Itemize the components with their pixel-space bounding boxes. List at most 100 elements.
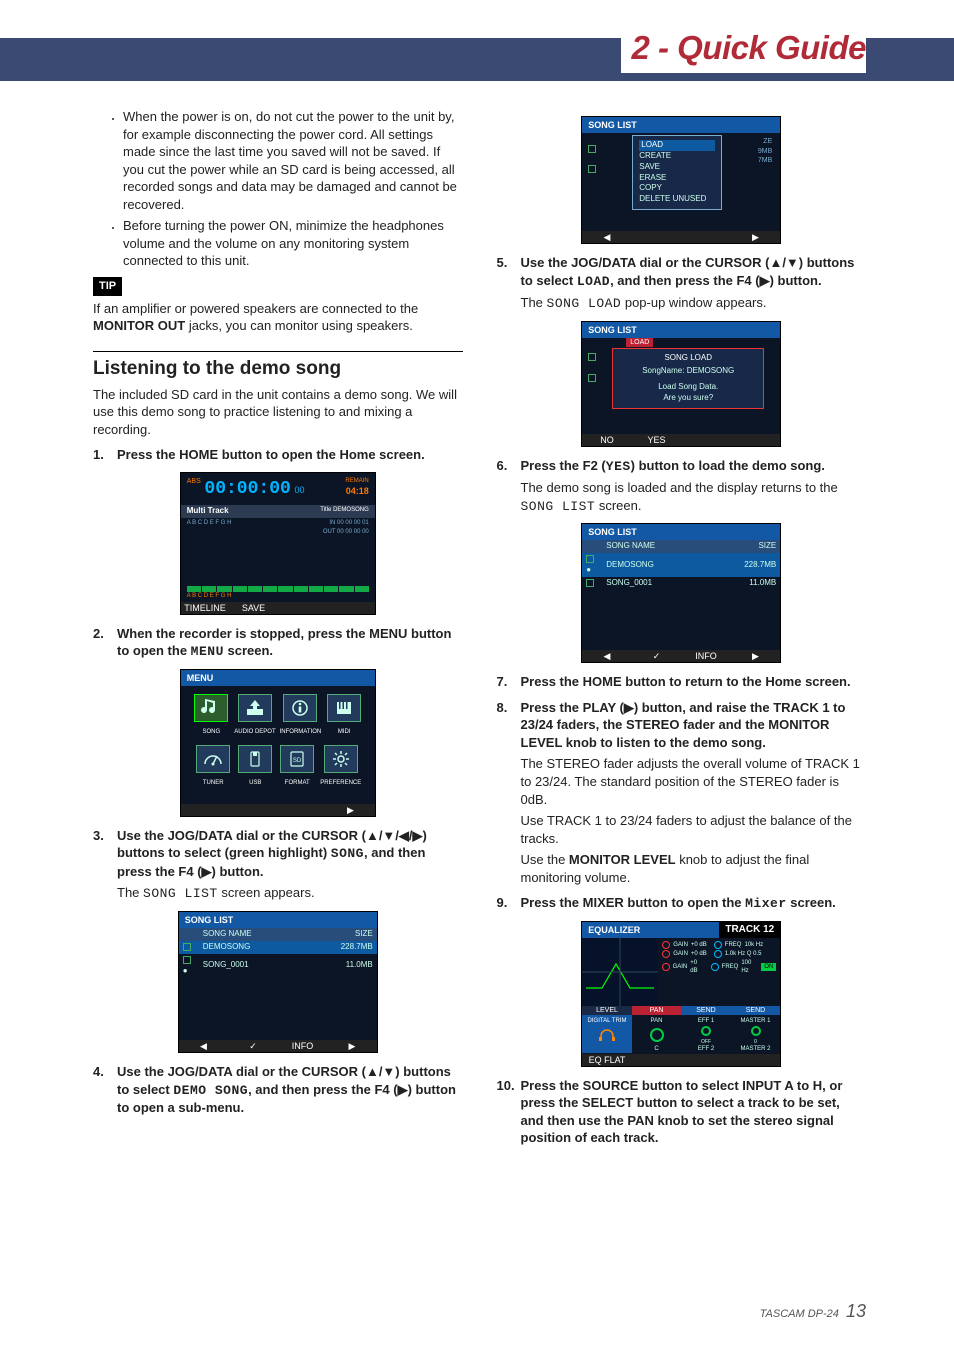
home-title-val: DEMOSONG (333, 507, 369, 513)
step-8-num: 8. (497, 699, 508, 717)
home-time: 00:00:00 (204, 479, 290, 499)
step-6: 6. Press the F2 (YES) button to load the… (497, 457, 867, 516)
fig-songlist: SONG LIST SONG NAMESIZE DEMOSONG228.7MB … (93, 911, 463, 1053)
step-10: 10. Press the SOURCE button to select IN… (497, 1077, 867, 1147)
fig-menu: MENU SONG AUDIO DEPOT INFORMATION MIDI T… (93, 669, 463, 817)
bullet-2: Before turning the power ON, minimize th… (123, 217, 463, 270)
home-remain-lbl: REMAIN (345, 477, 368, 485)
menu-icon-audio-depot (238, 694, 272, 722)
step-5-sub: The SONG LOAD pop-up window appears. (521, 294, 867, 313)
step-9-num: 9. (497, 894, 508, 912)
step-4-num: 4. (93, 1063, 104, 1081)
songlist-header: SONG LIST (179, 912, 377, 928)
home-letters2: A B C D E F G H (181, 592, 375, 600)
step-8-head: Press the PLAY (▶) button, and raise the… (521, 699, 867, 752)
home-remain-val: 04:18 (345, 485, 368, 497)
submenu-header: SONG LIST (582, 117, 780, 133)
caution-list: When the power is on, do not cut the pow… (93, 108, 463, 270)
step-2: 2. When the recorder is stopped, press t… (93, 625, 463, 661)
step-8: 8. Press the PLAY (▶) button, and raise … (497, 699, 867, 886)
step-7: 7. Press the HOME button to return to th… (497, 673, 867, 691)
step-4: 4. Use the JOG/DATA dial or the CURSOR (… (93, 1063, 463, 1117)
home-ms: 00 (294, 485, 304, 495)
chapter-title: 2 - Quick Guide (621, 29, 866, 73)
home-foot2: SAVE (229, 602, 278, 614)
home-in-lbl: IN (329, 520, 335, 526)
step-1-num: 1. (93, 446, 104, 464)
table-row: SONG_000111.0MB (582, 577, 780, 590)
step-9: 9. Press the MIXER button to open the Mi… (497, 894, 867, 913)
fig-loadpopup: SONG LIST LOAD SONG LOAD SongName: DEMOS… (497, 321, 867, 447)
loadpopup-header: SONG LIST (582, 322, 780, 338)
step-5-head: Use the JOG/DATA dial or the CURSOR (▲/▼… (521, 254, 867, 290)
bullet-1: When the power is on, do not cut the pow… (123, 108, 463, 213)
tip-text-b: MONITOR OUT (93, 318, 185, 333)
table-row: ●DEMOSONG228.7MB (582, 553, 780, 577)
footer-brand: TASCAM DP-24 (760, 1308, 839, 1320)
menu-header: MENU (181, 670, 375, 686)
tip-text-c: jacks, you can monitor using speakers. (185, 318, 413, 333)
fig-mixer: EQUALIZER TRACK 12 GAIN +0 dB FREQ 10k H… (497, 921, 867, 1067)
home-in-val: 00 00 00 01 (337, 520, 369, 526)
top-bar: 2 - Quick Guide (0, 38, 954, 81)
step-1: 1. Press the HOME button to open the Hom… (93, 446, 463, 464)
home-multitrack: Multi Track (187, 506, 229, 517)
step-3-num: 3. (93, 827, 104, 845)
home-out-lbl: OUT (323, 529, 336, 535)
step-8-sub1: The STEREO fader adjusts the overall vol… (521, 755, 867, 808)
fig-home: ABS 00:00:00 00 REMAIN 04:18 Multi Track… (93, 472, 463, 615)
songlist2-header: SONG LIST (582, 524, 780, 540)
tip-tag: TIP (93, 277, 122, 296)
tip-text-a: If an amplifier or powered speakers are … (93, 301, 418, 316)
songlist-table: SONG NAMESIZE DEMOSONG228.7MB ●SONG_0001… (179, 928, 377, 977)
tip-body: If an amplifier or powered speakers are … (93, 300, 463, 335)
page-footer: TASCAM DP-24 13 (760, 1301, 866, 1322)
menu-icon-information (283, 694, 317, 722)
step-2-num: 2. (93, 625, 104, 643)
step-7-num: 7. (497, 673, 508, 691)
home-abs: ABS (187, 478, 201, 485)
step-6-num: 6. (497, 457, 508, 475)
step-6-sub: The demo song is loaded and the display … (521, 479, 867, 515)
left-column: When the power is on, do not cut the pow… (93, 108, 463, 1290)
step-3: 3. Use the JOG/DATA dial or the CURSOR (… (93, 827, 463, 903)
menu-icon-usb (238, 745, 272, 773)
mixer-header: EQUALIZER (582, 922, 719, 938)
step-8-sub2: Use TRACK 1 to 23/24 faders to adjust th… (521, 812, 867, 847)
section-heading: Listening to the demo song (93, 351, 463, 382)
right-column: SONG LIST LOAD CREATE SAVE ERASE COPY DE… (497, 108, 867, 1290)
mixer-track: TRACK 12 (719, 922, 780, 938)
step-2-head: When the recorder is stopped, press the … (117, 625, 463, 661)
section-intro: The included SD card in the unit contain… (93, 386, 463, 439)
footer-page: 13 (846, 1301, 866, 1321)
step-9-head: Press the MIXER button to open the Mixer… (521, 894, 867, 913)
menu-icon-preference (324, 745, 358, 773)
step-10-head: Press the SOURCE button to select INPUT … (521, 1077, 867, 1147)
step-8-sub3: Use the MONITOR LEVEL knob to adjust the… (521, 851, 867, 886)
step-7-head: Press the HOME button to return to the H… (521, 673, 867, 691)
headphone-icon (598, 1029, 616, 1041)
home-foot1: TIMELINE (181, 602, 230, 614)
eq-curve-icon (582, 938, 658, 1006)
fig-submenu: SONG LIST LOAD CREATE SAVE ERASE COPY DE… (497, 116, 867, 244)
home-letters: A B C D E F G H (187, 519, 232, 527)
menu-icon-format: SD (280, 745, 314, 773)
step-3-sub: The SONG LIST screen appears. (117, 884, 463, 903)
table-row: ●SONG_000111.0MB (179, 954, 377, 978)
step-1-head: Press the HOME button to open the Home s… (117, 446, 463, 464)
menu-icon-song (194, 694, 228, 722)
step-5: 5. Use the JOG/DATA dial or the CURSOR (… (497, 254, 867, 313)
step-5-num: 5. (497, 254, 508, 272)
home-title-lbl: Title (320, 507, 331, 513)
fig-songlist-2: SONG LIST SONG NAMESIZE ●DEMOSONG228.7MB… (497, 523, 867, 663)
step-6-head: Press the F2 (YES) button to load the de… (521, 457, 867, 476)
step-10-num: 10. (497, 1077, 515, 1095)
step-3-head: Use the JOG/DATA dial or the CURSOR (▲/▼… (117, 827, 463, 881)
menu-icon-midi (327, 694, 361, 722)
menu-icon-tuner (196, 745, 230, 773)
table-row: DEMOSONG228.7MB (179, 941, 377, 954)
step-4-head: Use the JOG/DATA dial or the CURSOR (▲/▼… (117, 1063, 463, 1117)
svg-text:SD: SD (293, 758, 302, 764)
songlist2-table: SONG NAMESIZE ●DEMOSONG228.7MB SONG_0001… (582, 540, 780, 589)
home-out-val: 00 00 00 00 (337, 529, 369, 535)
